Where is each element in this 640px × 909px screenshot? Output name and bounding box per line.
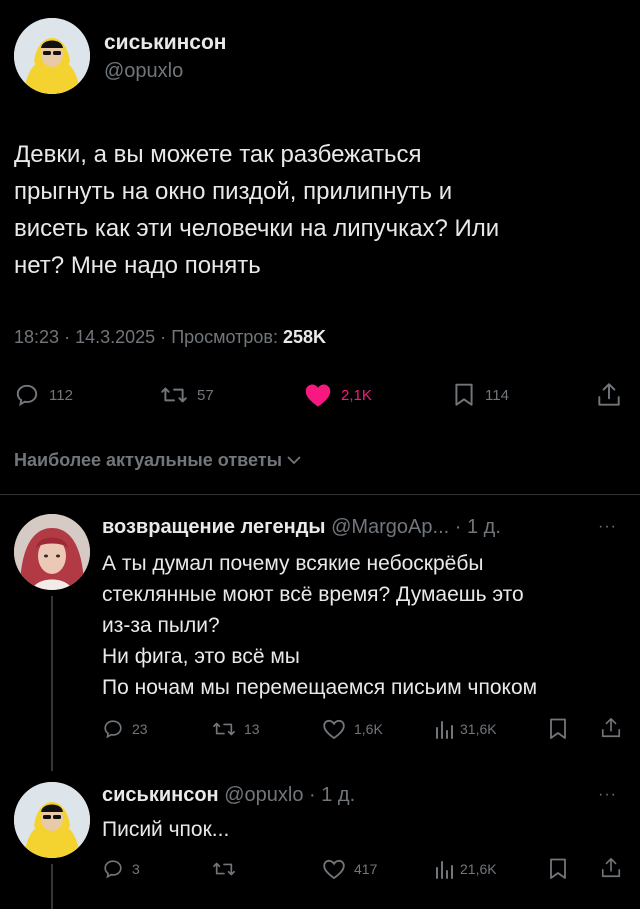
reply-avatar[interactable]: [14, 514, 90, 590]
repost-count: 57: [197, 386, 214, 404]
reply-icon: [14, 382, 40, 408]
repost-button[interactable]: [212, 858, 244, 880]
like-button[interactable]: 2,1K: [304, 382, 372, 408]
bookmark-button[interactable]: 114: [452, 382, 509, 408]
meta-separator: ·: [454, 516, 462, 538]
post-date[interactable]: 14.3.2025: [75, 327, 155, 347]
reply-icon: [102, 858, 124, 880]
chevron-down-icon: [286, 450, 302, 471]
reply-handle[interactable]: @opuxlo: [224, 784, 303, 806]
thread-line: [51, 596, 53, 771]
reply-button[interactable]: 112: [14, 382, 73, 408]
post-time[interactable]: 18:23: [14, 327, 59, 347]
share-button[interactable]: [600, 716, 622, 740]
reply-text: Писий чпок...: [102, 818, 230, 841]
repost-icon: [212, 718, 236, 740]
sort-label: Наиболее актуальные ответы: [14, 450, 282, 470]
repost-count: 13: [244, 721, 260, 737]
meta-separator: ·: [160, 327, 167, 347]
reply-text: А ты думал почему всякие небоскрёбы стек…: [102, 552, 538, 699]
share-icon: [600, 856, 622, 880]
section-divider: [0, 494, 640, 495]
reply-count: 3: [132, 861, 140, 877]
repost-icon: [160, 382, 188, 408]
heart-filled-icon: [304, 382, 332, 408]
analytics-icon: [434, 718, 454, 740]
repost-button[interactable]: 13: [212, 718, 260, 740]
reply-count: 112: [49, 386, 73, 404]
reply-count: 23: [132, 721, 148, 737]
reply-button[interactable]: 23: [102, 718, 148, 740]
repost-button[interactable]: 57: [160, 382, 214, 408]
bookmark-button[interactable]: [548, 717, 568, 741]
views-count: 31,6K: [460, 721, 497, 737]
sort-replies-dropdown[interactable]: Наиболее актуальные ответы: [14, 450, 302, 471]
post-meta: 18:23 · 14.3.2025 · Просмотров: 258K: [14, 327, 326, 348]
views-count: 21,6K: [460, 861, 497, 877]
thread-line: [51, 864, 53, 909]
meta-separator: ·: [64, 327, 71, 347]
analytics-icon: [434, 858, 454, 880]
views-button[interactable]: 21,6K: [434, 858, 497, 880]
reply-avatar[interactable]: [14, 782, 90, 858]
heart-icon: [322, 718, 346, 740]
reply-display-name[interactable]: возвращение легенды: [102, 516, 326, 538]
author-avatar[interactable]: [14, 18, 90, 94]
author-display-name[interactable]: сиськинсон: [104, 31, 226, 55]
author-handle[interactable]: @opuxlo: [104, 60, 183, 83]
bookmark-icon: [452, 382, 476, 408]
share-button[interactable]: [596, 381, 622, 409]
bookmark-icon: [548, 857, 568, 881]
views-count[interactable]: 258K: [283, 327, 326, 347]
more-options-icon[interactable]: ···: [598, 518, 617, 536]
bookmark-icon: [548, 717, 568, 741]
reply-age[interactable]: 1 д.: [321, 784, 355, 806]
reply-age[interactable]: 1 д.: [467, 516, 501, 538]
repost-icon: [212, 858, 236, 880]
share-icon: [600, 716, 622, 740]
share-icon: [596, 381, 622, 409]
bookmark-button[interactable]: [548, 857, 568, 881]
reply-handle[interactable]: @MargoAp...: [331, 516, 449, 538]
like-count: 417: [354, 861, 378, 877]
more-options-icon[interactable]: ···: [598, 786, 617, 804]
meta-separator: ·: [309, 784, 316, 806]
reply-header: сиськинсон @opuxlo · 1 д.: [102, 784, 355, 807]
like-count: 2,1K: [341, 386, 372, 404]
like-button[interactable]: 1,6K: [322, 718, 383, 740]
share-button[interactable]: [600, 856, 622, 880]
reply-button[interactable]: 3: [102, 858, 140, 880]
views-label: Просмотров:: [171, 327, 278, 347]
heart-icon: [322, 858, 346, 880]
reply-header: возвращение легенды @MargoAp... · 1 д.: [102, 516, 501, 539]
bookmark-count: 114: [485, 386, 509, 404]
like-button[interactable]: 417: [322, 858, 377, 880]
reply-icon: [102, 718, 124, 740]
reply-display-name[interactable]: сиськинсон: [102, 784, 219, 806]
like-count: 1,6K: [354, 721, 383, 737]
views-button[interactable]: 31,6K: [434, 718, 497, 740]
post-text: Девки, а вы можете так разбежаться прыгн…: [14, 141, 500, 279]
